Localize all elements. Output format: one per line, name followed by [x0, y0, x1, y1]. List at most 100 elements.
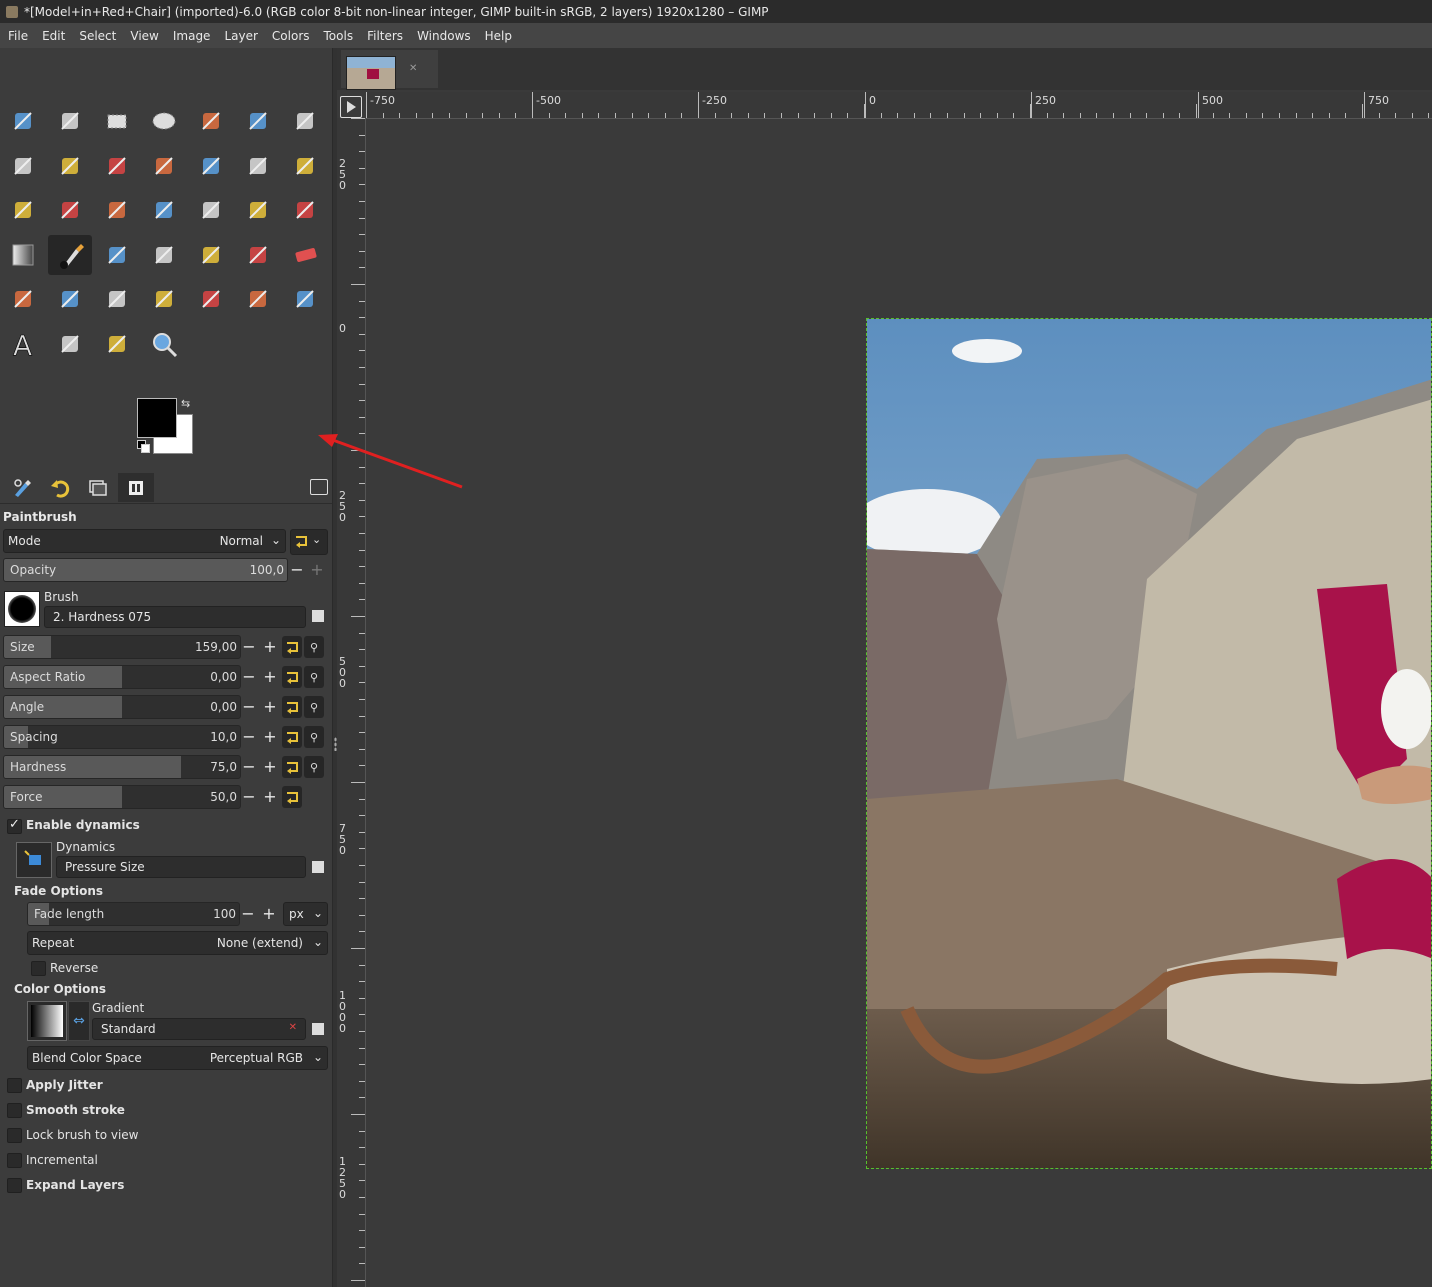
move-tool-icon[interactable]: [1, 101, 45, 141]
unified-transform-icon[interactable]: [189, 146, 233, 186]
gradient-combo[interactable]: Standard ✕: [92, 1018, 306, 1040]
size-link-icon[interactable]: ⚲: [304, 636, 324, 658]
aspect-ratio-slider[interactable]: Aspect Ratio 0,00: [3, 665, 241, 689]
menu-tools[interactable]: Tools: [317, 29, 361, 43]
brush-preview[interactable]: [4, 591, 40, 627]
spacing-slider[interactable]: Spacing 10,0: [3, 725, 241, 749]
reverse-gradient-icon[interactable]: ⇔: [68, 1001, 90, 1041]
hardness-reset-icon[interactable]: [282, 756, 302, 778]
force-increase[interactable]: +: [260, 786, 280, 808]
perspective-icon[interactable]: [283, 146, 327, 186]
aspect-ratio-increase[interactable]: +: [260, 666, 280, 688]
color-picker-pro-icon[interactable]: [283, 279, 327, 319]
ink-icon[interactable]: [189, 235, 233, 275]
fuzzy-select-icon[interactable]: [1, 146, 45, 186]
mypaint-brush-icon[interactable]: [236, 235, 280, 275]
gradient-preview[interactable]: [27, 1001, 67, 1041]
incremental-checkbox[interactable]: [7, 1153, 22, 1168]
device-status-tab[interactable]: [118, 473, 154, 502]
spacing-reset-icon[interactable]: [282, 726, 302, 748]
aspect-ratio-link-icon[interactable]: ⚲: [304, 666, 324, 688]
hardness-increase[interactable]: +: [260, 756, 280, 778]
blend-color-space-combo[interactable]: Blend Color Space Perceptual RGB ⌄: [27, 1046, 328, 1070]
mode-reset-button[interactable]: ⌄: [290, 529, 328, 555]
tool-options-tab[interactable]: [4, 473, 40, 502]
spacing-increase[interactable]: +: [260, 726, 280, 748]
dynamics-preview[interactable]: [16, 842, 52, 878]
scissors-select-icon[interactable]: [236, 101, 280, 141]
spacing-decrease[interactable]: −: [239, 726, 259, 748]
size-reset-icon[interactable]: [282, 636, 302, 658]
edit-brush-icon[interactable]: [312, 610, 324, 622]
foreground-select-icon[interactable]: [283, 101, 327, 141]
eraser-icon[interactable]: [283, 235, 327, 275]
layers-tab[interactable]: [80, 473, 116, 502]
menu-image[interactable]: Image: [166, 29, 218, 43]
size-increase[interactable]: +: [260, 636, 280, 658]
zoom-icon[interactable]: [142, 324, 186, 364]
spacing-link-icon[interactable]: ⚲: [304, 726, 324, 748]
dynamics-combo[interactable]: Pressure Size: [56, 856, 306, 878]
menu-help[interactable]: Help: [478, 29, 519, 43]
mode-combo[interactable]: Mode Normal ⌄: [3, 529, 286, 553]
aspect-ratio-decrease[interactable]: −: [239, 666, 259, 688]
flip-icon[interactable]: [1, 190, 45, 230]
undo-history-tab[interactable]: [42, 473, 78, 502]
n-point-deformation-icon[interactable]: [236, 190, 280, 230]
dodge-burn-icon[interactable]: [236, 279, 280, 319]
rect-select-icon[interactable]: [95, 101, 139, 141]
free-select-icon[interactable]: [189, 101, 233, 141]
select-by-color-icon[interactable]: [48, 146, 92, 186]
angle-reset-icon[interactable]: [282, 696, 302, 718]
pencil-icon[interactable]: [95, 235, 139, 275]
default-colors-icon[interactable]: [137, 440, 150, 453]
text-icon[interactable]: A: [1, 324, 45, 364]
apply-jitter-checkbox[interactable]: [7, 1078, 22, 1093]
menu-layer[interactable]: Layer: [217, 29, 264, 43]
expand-layers-checkbox[interactable]: [7, 1178, 22, 1193]
quick-mask-toggle[interactable]: [340, 96, 362, 118]
measure-icon[interactable]: [95, 324, 139, 364]
horizontal-ruler[interactable]: -750 -500 -250 0 250 500 750: [366, 92, 1432, 119]
heal-icon[interactable]: [95, 279, 139, 319]
menu-file[interactable]: File: [0, 29, 35, 43]
paintbrush-icon[interactable]: [48, 234, 92, 275]
menu-windows[interactable]: Windows: [410, 29, 478, 43]
lock-brush-checkbox[interactable]: [7, 1128, 22, 1143]
gradient-icon[interactable]: [1, 235, 45, 275]
image-tab[interactable]: ✕: [341, 50, 438, 90]
airbrush-icon[interactable]: [142, 235, 186, 275]
align-tool-icon[interactable]: [48, 101, 92, 141]
aspect-ratio-reset-icon[interactable]: [282, 666, 302, 688]
handle-transform-icon[interactable]: [189, 190, 233, 230]
menu-view[interactable]: View: [123, 29, 165, 43]
edit-gradient-icon[interactable]: [312, 1023, 324, 1035]
image-canvas[interactable]: [866, 318, 1432, 1169]
scale-icon[interactable]: [236, 146, 280, 186]
brush-combo[interactable]: 2. Hardness 075: [44, 606, 306, 628]
menu-edit[interactable]: Edit: [35, 29, 72, 43]
angle-link-icon[interactable]: ⚲: [304, 696, 324, 718]
paths-icon[interactable]: [95, 146, 139, 186]
blur-sharpen-icon[interactable]: [189, 279, 233, 319]
bucket-fill-icon[interactable]: [283, 190, 327, 230]
clone-icon[interactable]: [1, 279, 45, 319]
opacity-slider[interactable]: Opacity 100,0: [3, 558, 288, 582]
angle-slider[interactable]: Angle 0,00: [3, 695, 241, 719]
perspective-clone-icon[interactable]: [48, 279, 92, 319]
angle-decrease[interactable]: −: [239, 696, 259, 718]
hardness-decrease[interactable]: −: [239, 756, 259, 778]
fade-unit-combo[interactable]: px ⌄: [283, 902, 328, 926]
opacity-decrease[interactable]: −: [287, 559, 307, 581]
enable-dynamics-checkbox[interactable]: ✓: [7, 817, 22, 834]
hardness-slider[interactable]: Hardness 75,0: [3, 755, 241, 779]
fade-length-increase[interactable]: +: [259, 903, 279, 925]
force-reset-icon[interactable]: [282, 786, 302, 808]
menu-filters[interactable]: Filters: [360, 29, 410, 43]
cage-transform-icon[interactable]: [95, 190, 139, 230]
reverse-checkbox[interactable]: [31, 961, 46, 976]
warp-transform-icon[interactable]: [142, 190, 186, 230]
hardness-link-icon[interactable]: ⚲: [304, 756, 324, 778]
force-decrease[interactable]: −: [239, 786, 259, 808]
color-picker-icon[interactable]: [48, 324, 92, 364]
